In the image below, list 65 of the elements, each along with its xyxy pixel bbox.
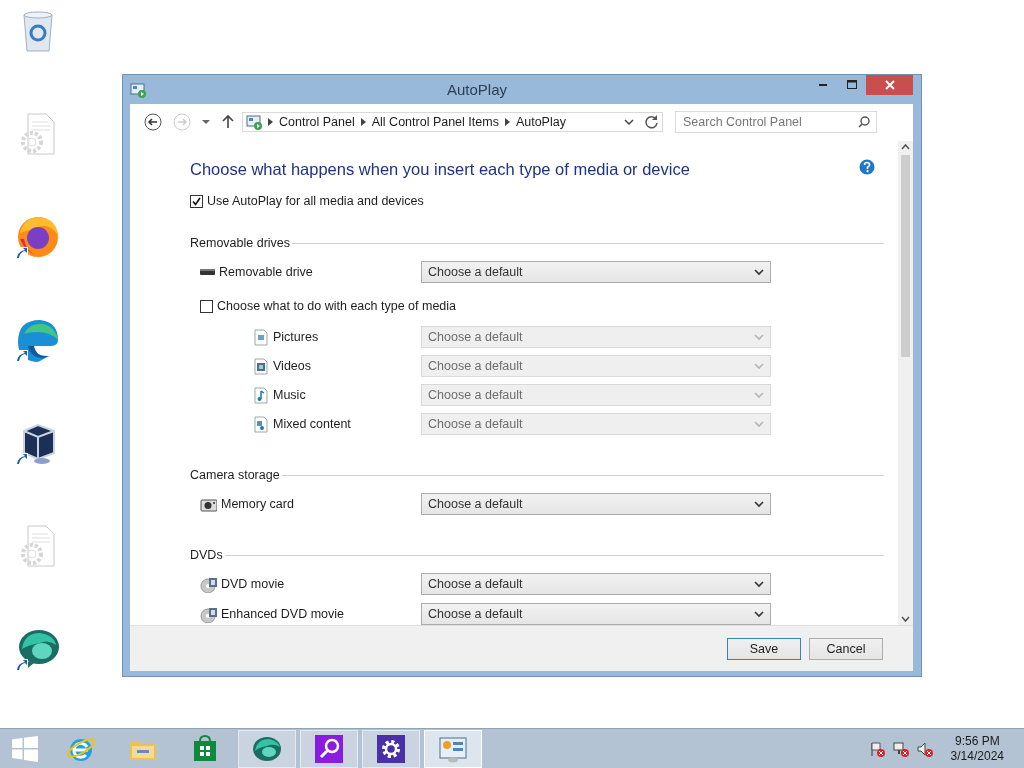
control-panel-icon: [130, 81, 146, 98]
page-heading: Choose what happens when you insert each type of media or device: [190, 159, 690, 179]
breadcrumb[interactable]: All Control Panel Items: [371, 115, 499, 129]
address-bar[interactable]: Control Panel All Control Panel Items AutoPlay: [242, 112, 663, 132]
dialog-button[interactable]: Cancel: [809, 637, 883, 660]
windows-logo-icon: [12, 735, 38, 762]
chevron-down-icon: [754, 362, 764, 370]
chevron-down-icon: [754, 610, 764, 618]
chevron-down-icon: [754, 420, 764, 428]
picture-icon: [252, 328, 269, 346]
chevron-down-icon: [754, 500, 764, 508]
checkbox[interactable]: [190, 194, 203, 208]
flag-warning-icon[interactable]: [868, 740, 885, 757]
minimize-icon: [818, 84, 827, 86]
checkbox[interactable]: [200, 299, 213, 313]
option-label: Removable drive: [219, 265, 313, 279]
chevron-down-icon: [754, 333, 764, 341]
settings-icon[interactable]: [375, 732, 407, 765]
dialog-button[interactable]: Save: [727, 637, 801, 660]
chevron-down-icon: [754, 580, 764, 588]
drive-icon: [200, 269, 215, 275]
option-label: Mixed content: [273, 417, 351, 431]
breadcrumb[interactable]: Control Panel: [279, 115, 355, 129]
option-label: Music: [273, 388, 306, 402]
close-icon: [883, 80, 896, 90]
breadcrumb[interactable]: AutoPlay: [515, 115, 566, 129]
option-label: DVD movie: [221, 577, 285, 591]
scrollbar-thumb[interactable]: [901, 155, 910, 357]
speaker-muted-icon[interactable]: [916, 740, 933, 757]
option-label: Videos: [273, 359, 311, 373]
film-icon: [252, 357, 269, 375]
dropdown[interactable]: Choose a default: [421, 603, 771, 625]
network-warning-icon[interactable]: [892, 740, 909, 757]
section-heading: Camera storage: [190, 468, 280, 482]
close-button[interactable]: [866, 75, 913, 95]
chevron-right-icon[interactable]: [504, 118, 510, 126]
checkbox-label[interactable]: Choose what to do with each type of media: [217, 299, 457, 313]
music-note-icon: [252, 386, 269, 404]
checkbox-label[interactable]: Use AutoPlay for all media and devices: [207, 194, 424, 208]
clock-date[interactable]: 3/14/2024: [950, 748, 1004, 764]
dropdown[interactable]: Choose a default: [421, 573, 771, 595]
search-icon: [858, 116, 870, 128]
back-button[interactable]: [143, 113, 162, 131]
dropdown[interactable]: Choose a default: [421, 261, 771, 283]
search-icon[interactable]: [313, 732, 345, 765]
maximize-icon: [845, 80, 858, 90]
dropdown[interactable]: Choose a default: [421, 493, 771, 515]
option-label: Memory card: [221, 497, 294, 511]
section-heading: Removable drives: [190, 236, 291, 250]
clock-time[interactable]: 9:56 PM: [954, 733, 1000, 749]
help-icon[interactable]: [859, 159, 875, 175]
option-label: Enhanced DVD movie: [221, 607, 344, 621]
checkmark-icon: [192, 196, 201, 206]
mixed-media-icon: [252, 415, 269, 433]
window-title: AutoPlay: [445, 81, 508, 98]
scrollbar[interactable]: [898, 141, 913, 625]
chevron-down-icon: [754, 391, 764, 399]
control-panel-icon: [246, 114, 262, 130]
section-heading: DVDs: [190, 548, 223, 562]
search-field[interactable]: Search Control Panel: [675, 111, 877, 133]
chevron-right-icon[interactable]: [360, 118, 366, 126]
chevron-down-icon: [754, 268, 764, 276]
option-label: Pictures: [273, 330, 319, 344]
chevron-down-icon[interactable]: [624, 118, 634, 126]
chevron-right-icon[interactable]: [268, 118, 273, 126]
